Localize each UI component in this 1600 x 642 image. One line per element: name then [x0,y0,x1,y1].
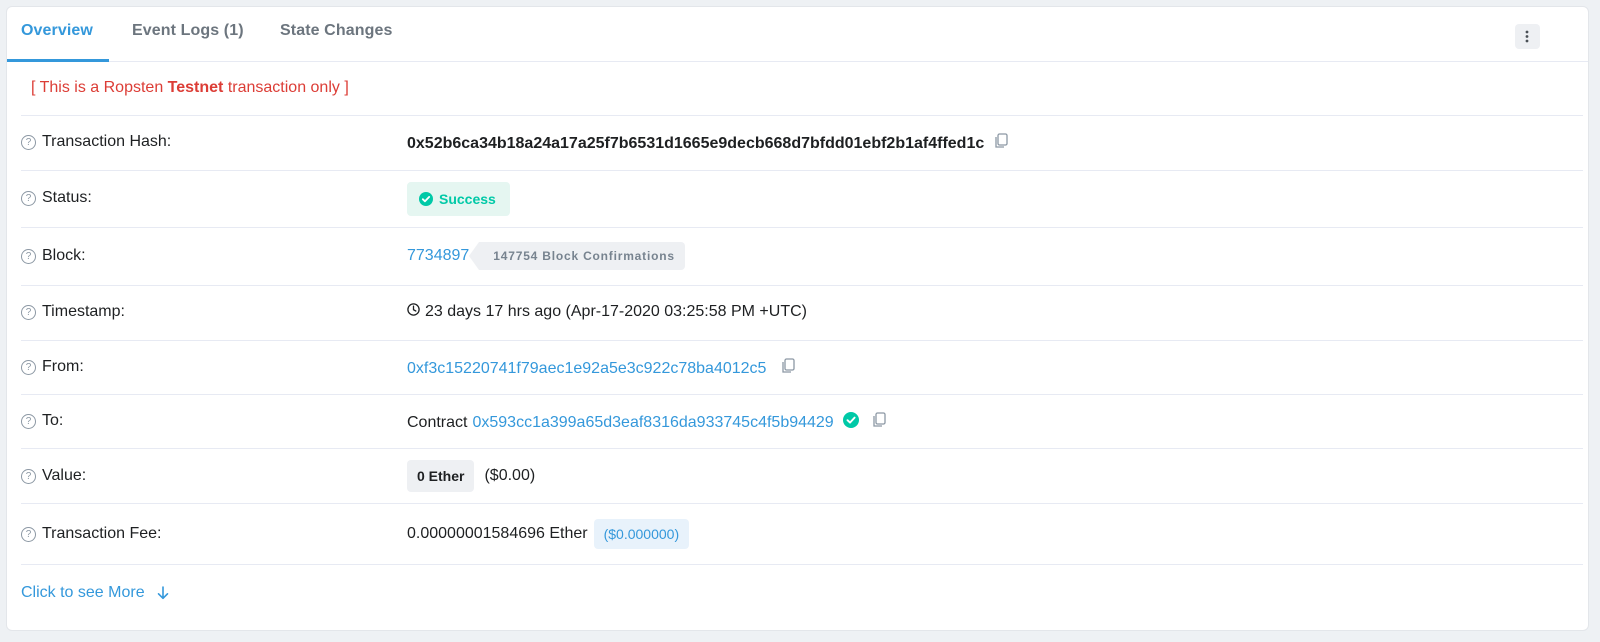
contract-prefix: Contract [407,413,468,431]
label-transaction-hash: ? Transaction Hash: [21,133,171,151]
divider [21,285,1583,286]
value-from: 0xf3c15220741f79aec1e92a5e3c922c78ba4012… [407,358,796,379]
usd-value: ($0.00) [484,467,536,484]
timestamp-text: 23 days 17 hrs ago (Apr-17-2020 03:25:58… [425,303,807,320]
value-to: Contract 0x593cc1a399a65d3eaf8316da93374… [407,412,886,433]
divider [21,564,1583,565]
label-value: ? Value: [21,467,86,485]
transaction-details-card: Overview Event Logs (1) State Changes [ … [6,6,1589,631]
question-icon[interactable]: ? [21,359,36,375]
to-address-link[interactable]: 0x593cc1a399a65d3eaf8316da933745c4f5b944… [472,414,833,432]
value-value: 0 Ether ($0.00) [407,460,535,492]
status-text: Success [439,191,496,207]
block-number-link[interactable]: 7734897 [407,247,469,265]
fee-amount: 0.00000001584696 Ether [407,525,588,542]
tab-bar: Overview Event Logs (1) State Changes [7,7,1588,62]
label-timestamp: ? Timestamp: [21,303,125,321]
label-text: To: [42,412,64,429]
see-more-label: Click to see More [21,584,145,601]
question-icon[interactable]: ? [21,526,36,542]
label-text: Transaction Fee: [42,525,162,542]
value-block: 7734897 147754 Block Confirmations [407,242,685,270]
fee-usd-badge: ($0.000000) [593,519,690,549]
question-icon[interactable]: ? [21,468,36,484]
label-text: Status: [42,189,92,206]
see-more-link[interactable]: Click to see More [21,584,169,602]
question-icon[interactable]: ? [21,134,36,150]
block-confirmations-badge: 147754 Block Confirmations [469,242,685,270]
label-transaction-fee: ? Transaction Fee: [21,525,161,543]
value-timestamp: 23 days 17 hrs ago (Apr-17-2020 03:25:58… [407,303,807,321]
tab-overview[interactable]: Overview [21,22,93,40]
active-tab-indicator [7,59,109,62]
copy-icon[interactable] [872,412,886,433]
label-text: Transaction Hash: [42,133,172,150]
notice-bold: Testnet [167,79,224,96]
tab-state-changes[interactable]: State Changes [280,22,392,40]
divider [21,394,1583,395]
divider [21,340,1583,341]
from-address-link[interactable]: 0xf3c15220741f79aec1e92a5e3c922c78ba4012… [407,360,766,378]
testnet-notice: [ This is a Ropsten Testnet transaction … [31,79,349,97]
question-icon[interactable]: ? [21,190,36,206]
divider [21,115,1583,116]
value-transaction-fee: 0.00000001584696 Ether ($0.000000) [407,519,690,549]
copy-icon[interactable] [781,358,796,379]
transaction-hash: 0x52b6ca34b18a24a17a25f7b6531d1665e9decb… [407,134,985,152]
question-icon[interactable]: ? [21,248,36,264]
clock-icon [407,303,420,321]
label-block: ? Block: [21,247,86,265]
tab-event-logs[interactable]: Event Logs (1) [132,22,244,40]
value-status: Success [407,182,510,216]
status-badge: Success [407,182,510,216]
divider [21,227,1583,228]
check-circle-icon [419,192,433,206]
divider [21,503,1583,504]
divider [21,170,1583,171]
label-text: Block: [42,247,86,264]
label-text: From: [42,358,84,375]
value-transaction-hash: 0x52b6ca34b18a24a17a25f7b6531d1665e9decb… [407,133,1008,154]
label-from: ? From: [21,358,84,376]
divider [21,448,1583,449]
arrow-down-icon [157,586,168,600]
ether-amount-badge: 0 Ether [407,460,475,492]
label-text: Value: [42,467,87,484]
question-icon[interactable]: ? [21,304,36,320]
notice-prefix: [ This is a Ropsten [31,79,168,96]
verified-check-icon [842,412,859,433]
label-to: ? To: [21,412,63,430]
label-status: ? Status: [21,189,92,207]
vertical-dots-icon [1525,30,1529,43]
question-icon[interactable]: ? [21,413,36,429]
label-text: Timestamp: [42,303,125,320]
notice-suffix: transaction only ] [223,79,349,96]
copy-icon[interactable] [994,133,1008,154]
more-options-button[interactable] [1515,24,1540,49]
